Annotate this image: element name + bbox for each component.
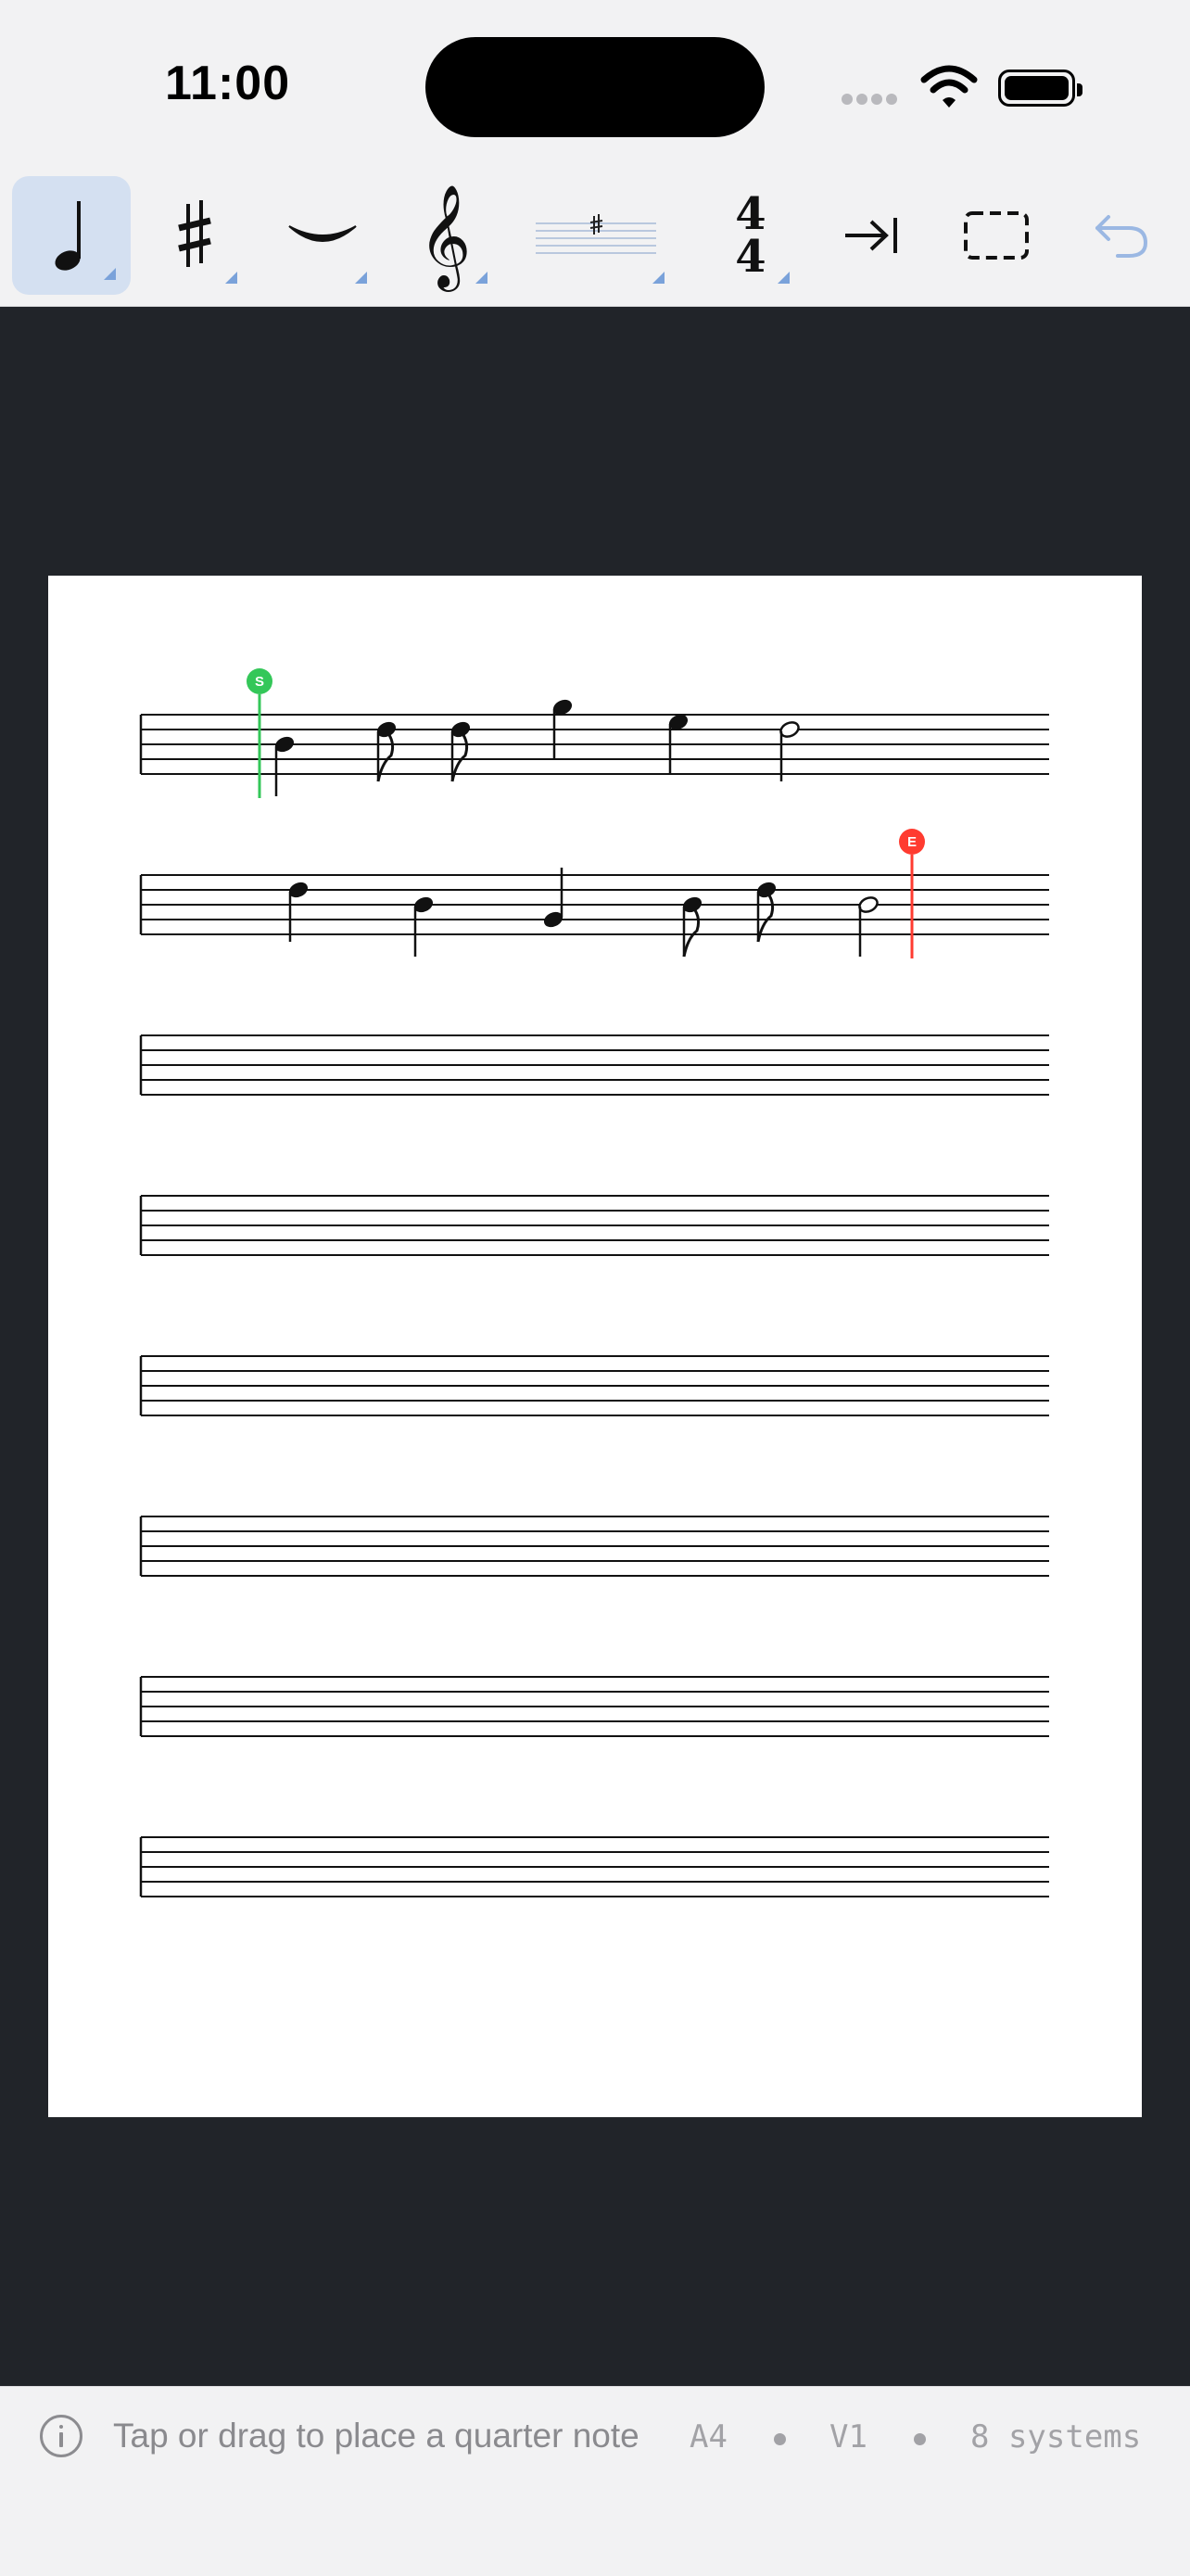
- score-staves[interactable]: SE: [48, 576, 1142, 2117]
- paper-size-label[interactable]: A4: [690, 2418, 728, 2455]
- note-half[interactable]: [779, 719, 801, 781]
- slur-icon: [287, 225, 357, 242]
- status-bar: 11:00: [0, 0, 1190, 176]
- note-quarter[interactable]: [542, 868, 564, 930]
- score-page[interactable]: SE: [48, 576, 1142, 2117]
- systems-count-label: 8 systems: [970, 2418, 1142, 2455]
- separator-dot: [914, 2433, 926, 2445]
- hint-text: Tap or drag to place a quarter note: [113, 2417, 639, 2455]
- start-marker-label: S: [255, 674, 264, 690]
- note-quarter[interactable]: [412, 895, 435, 957]
- separator-dot: [774, 2433, 786, 2445]
- battery-icon: [998, 70, 1082, 107]
- note-quarter[interactable]: [667, 712, 690, 774]
- voice-label[interactable]: V1: [829, 2418, 867, 2455]
- note-quarter[interactable]: [287, 880, 310, 942]
- note-quarter[interactable]: [551, 697, 574, 759]
- toolbar: 𝄞 4 4: [0, 176, 1190, 307]
- note-eighth[interactable]: [681, 895, 703, 958]
- key-signature-icon: [535, 214, 656, 254]
- bottom-bar: Tap or drag to place a quarter note A4 V…: [0, 2386, 1190, 2576]
- slur-tool-button[interactable]: [264, 176, 380, 295]
- note-eighth[interactable]: [755, 880, 778, 943]
- note-quarter[interactable]: [273, 734, 296, 796]
- sharp-icon: [178, 200, 211, 267]
- arrow-to-bar-icon: [845, 218, 897, 253]
- score-canvas[interactable]: SE: [0, 307, 1190, 2386]
- end-marker-label: E: [907, 834, 917, 850]
- dashed-selection-icon: [964, 211, 1029, 260]
- note-eighth[interactable]: [449, 719, 472, 782]
- info-icon[interactable]: [40, 2415, 82, 2457]
- undo-icon: [1095, 215, 1148, 258]
- time-signature-bottom: 4: [735, 231, 766, 283]
- dynamic-island: [425, 37, 765, 137]
- note-eighth[interactable]: [375, 719, 398, 782]
- undo-button[interactable]: [1066, 176, 1177, 295]
- time-signature-top: 4: [735, 188, 766, 240]
- treble-clef-icon: 𝄞: [418, 184, 472, 287]
- select-tool-button[interactable]: [941, 176, 1052, 295]
- cellular-signal-icon: [842, 93, 901, 109]
- wifi-icon: [920, 65, 978, 108]
- advance-button[interactable]: [816, 176, 927, 295]
- key-signature-tool-button[interactable]: [519, 176, 672, 295]
- time-signature-icon: 4 4: [735, 188, 766, 283]
- status-time: 11:00: [165, 57, 291, 110]
- note-tool-button[interactable]: [12, 176, 131, 295]
- clef-tool-button[interactable]: 𝄞: [389, 176, 500, 295]
- time-signature-tool-button[interactable]: 4 4: [704, 176, 797, 295]
- accidental-tool-button[interactable]: [139, 176, 250, 295]
- quarter-note-icon: [55, 201, 81, 271]
- note-half[interactable]: [857, 895, 880, 957]
